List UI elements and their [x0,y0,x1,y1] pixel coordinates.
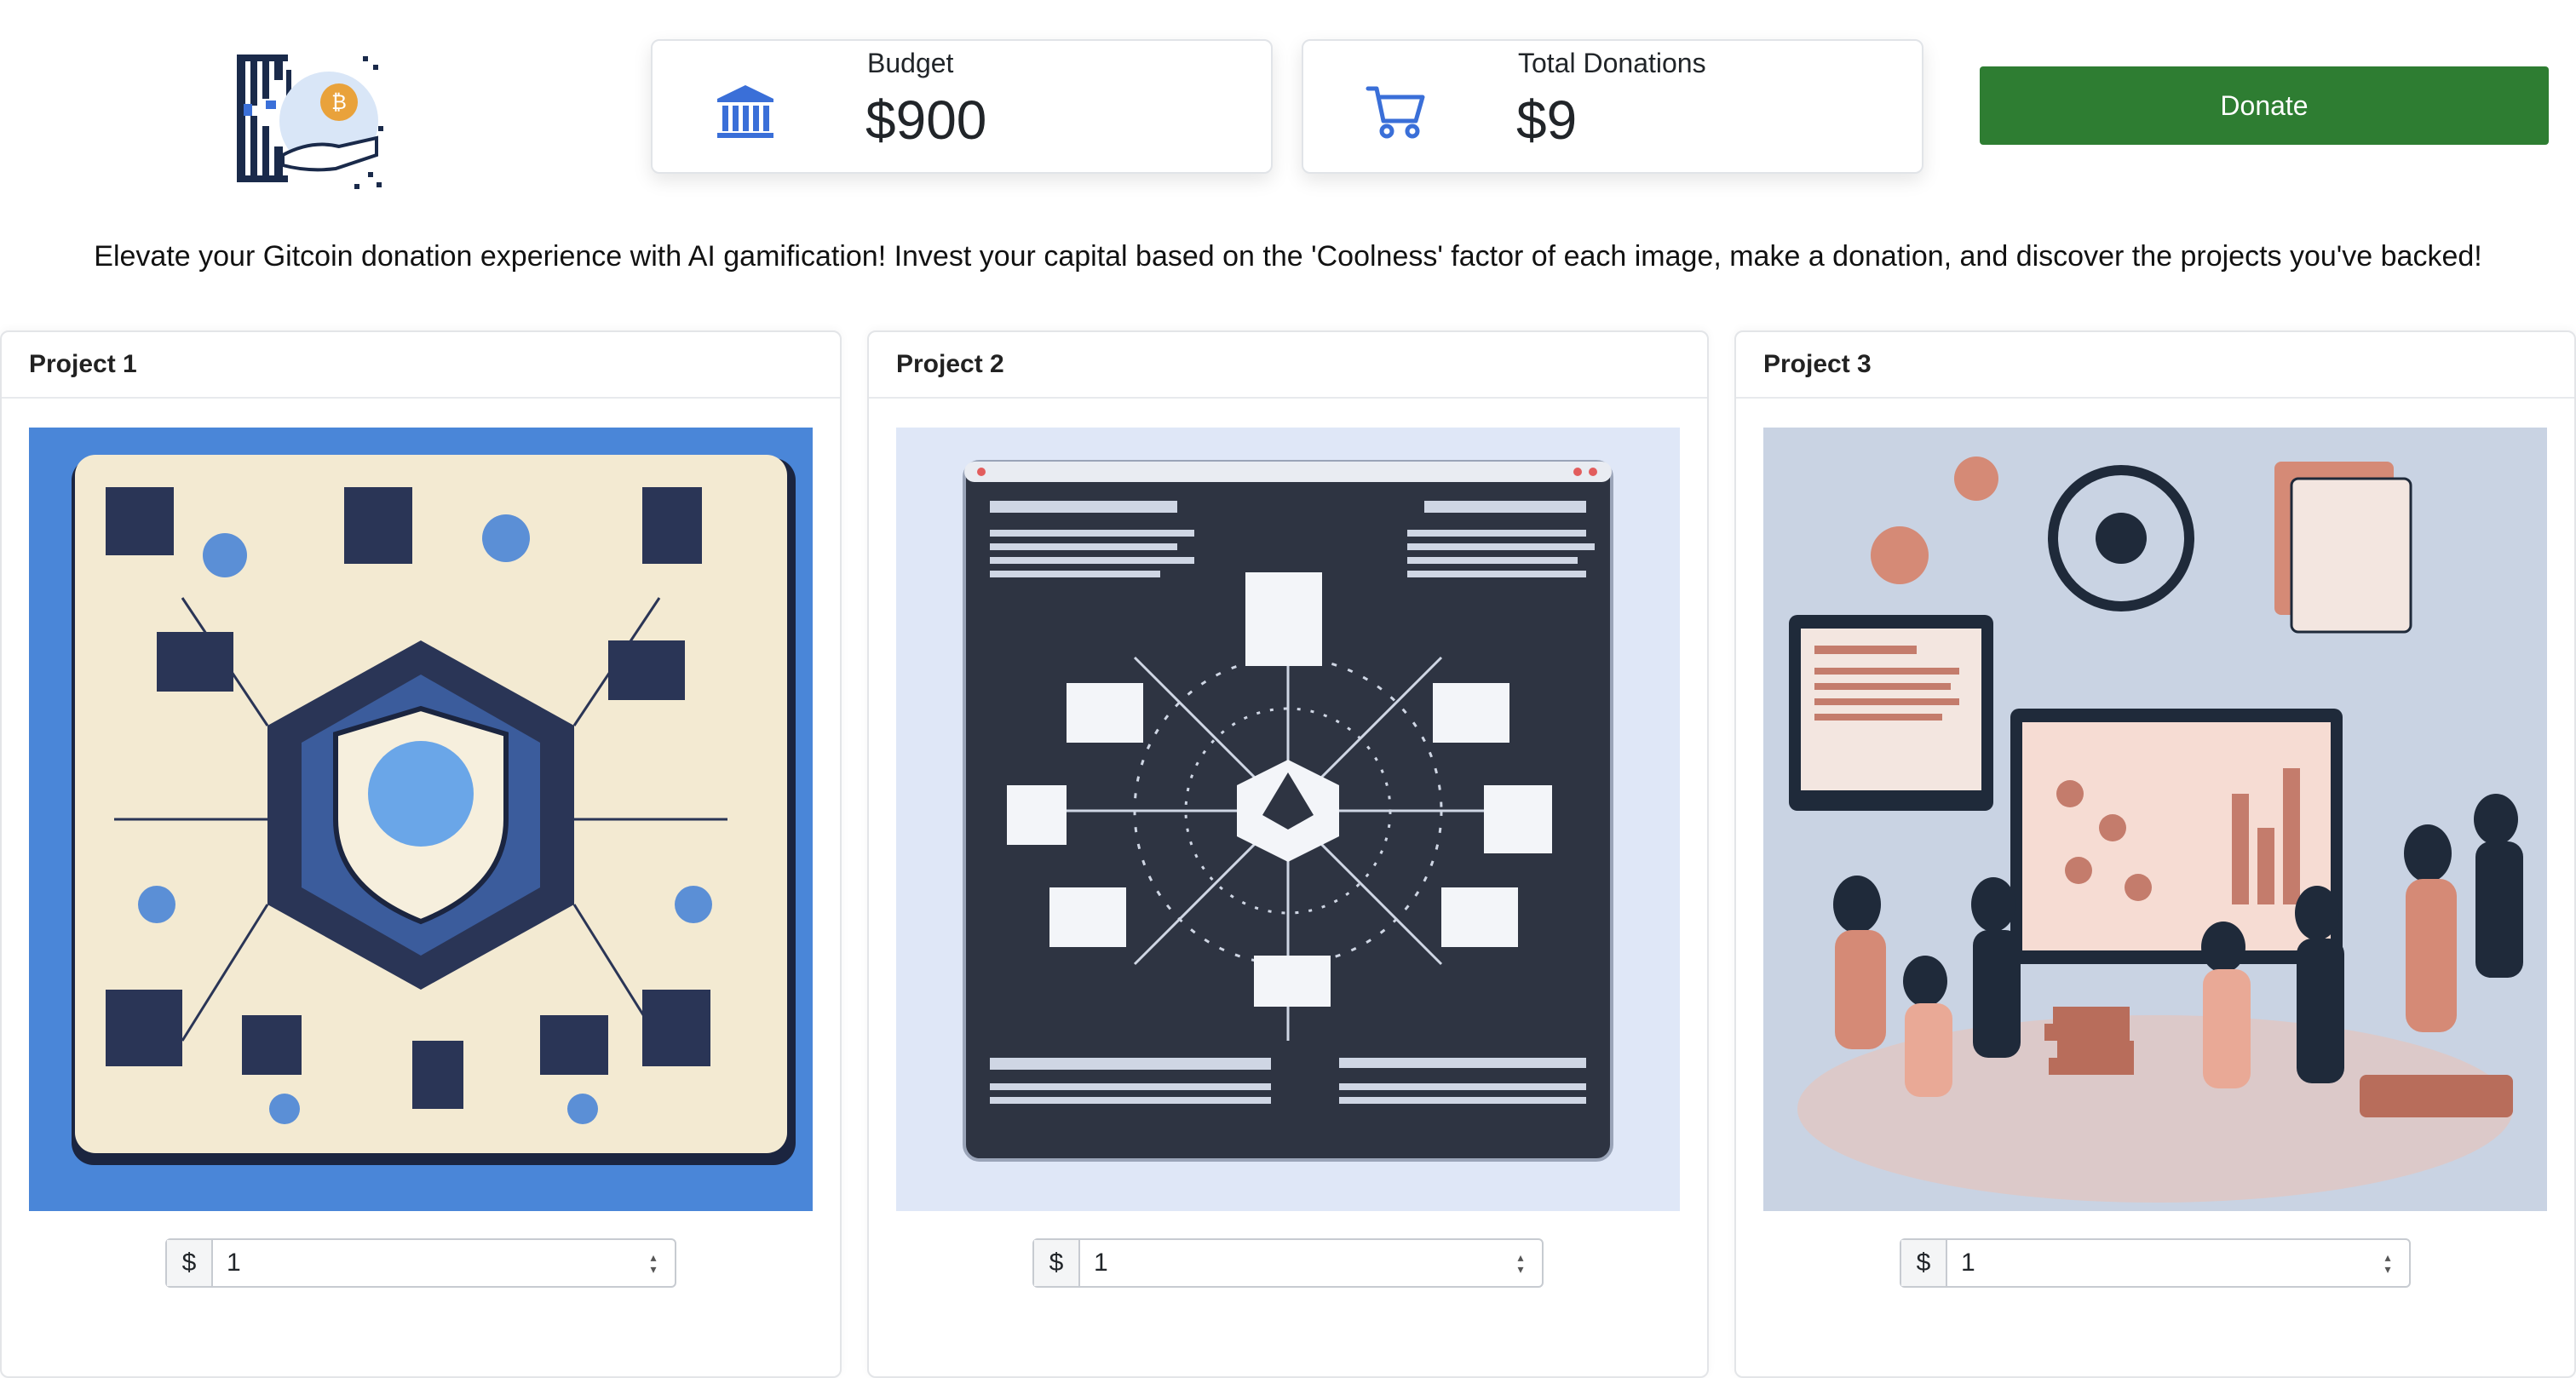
project-image-2[interactable] [896,428,1680,1211]
project-image-1[interactable] [29,428,813,1211]
amount-input-group: $ ▴▾ [165,1238,676,1288]
project-title: Project 1 [2,332,840,399]
chevron-down-icon[interactable]: ▾ [1517,1263,1523,1275]
total-donations-value: $9 [1516,89,1578,151]
chevron-down-icon[interactable]: ▾ [2384,1263,2390,1275]
page-description: Elevate your Gitcoin donation experience… [94,240,2482,273]
total-donations-card: Total Donations $9 [1302,39,1923,174]
amount-input-group: $ ▴▾ [1900,1238,2411,1288]
number-stepper[interactable]: ▴ ▾ [2366,1240,2409,1286]
bank-icon [717,85,773,138]
project-3-artwork [1763,428,2547,1211]
project-card-1: Project 1 $ 1 ▴ ▾ [0,330,842,1378]
project-title: Project 3 [1736,332,2574,399]
donation-amount-input[interactable] [213,1240,632,1286]
amount-input-group: $ ▴▾ [1032,1238,1544,1288]
chevron-up-icon[interactable]: ▴ [1517,1251,1523,1263]
currency-symbol: $ [167,1240,213,1286]
donation-amount-input[interactable] [1080,1240,1499,1286]
budget-label: Budget [867,48,954,78]
project-image-3[interactable] [1763,428,2547,1211]
number-stepper[interactable]: ▴ ▾ [1499,1240,1542,1286]
project-card-2: Project 2 $ 1 ▴ ▾ [867,330,1709,1378]
total-donations-label: Total Donations [1518,48,1706,78]
donate-button[interactable]: Donate [1980,66,2549,145]
hand-crypto-logo-icon: ₿ [235,51,383,191]
project-title: Project 2 [869,332,1707,399]
budget-card: Budget $900 [651,39,1273,174]
budget-value: $900 [865,89,987,151]
svg-text:₿: ₿ [331,90,347,114]
project-card-3: Project 3 $ 1 ▴ ▾ [1734,330,2576,1378]
donation-amount-input[interactable] [1947,1240,2366,1286]
project-1-artwork [29,428,813,1211]
currency-symbol: $ [1901,1240,1947,1286]
project-2-artwork [896,428,1680,1211]
currency-symbol: $ [1034,1240,1080,1286]
chevron-down-icon[interactable]: ▾ [650,1263,656,1275]
chevron-up-icon[interactable]: ▴ [2384,1251,2390,1263]
chevron-up-icon[interactable]: ▴ [650,1251,656,1263]
number-stepper[interactable]: ▴ ▾ [632,1240,675,1286]
cart-icon [1366,86,1425,139]
app-logo: ₿ [227,44,390,198]
